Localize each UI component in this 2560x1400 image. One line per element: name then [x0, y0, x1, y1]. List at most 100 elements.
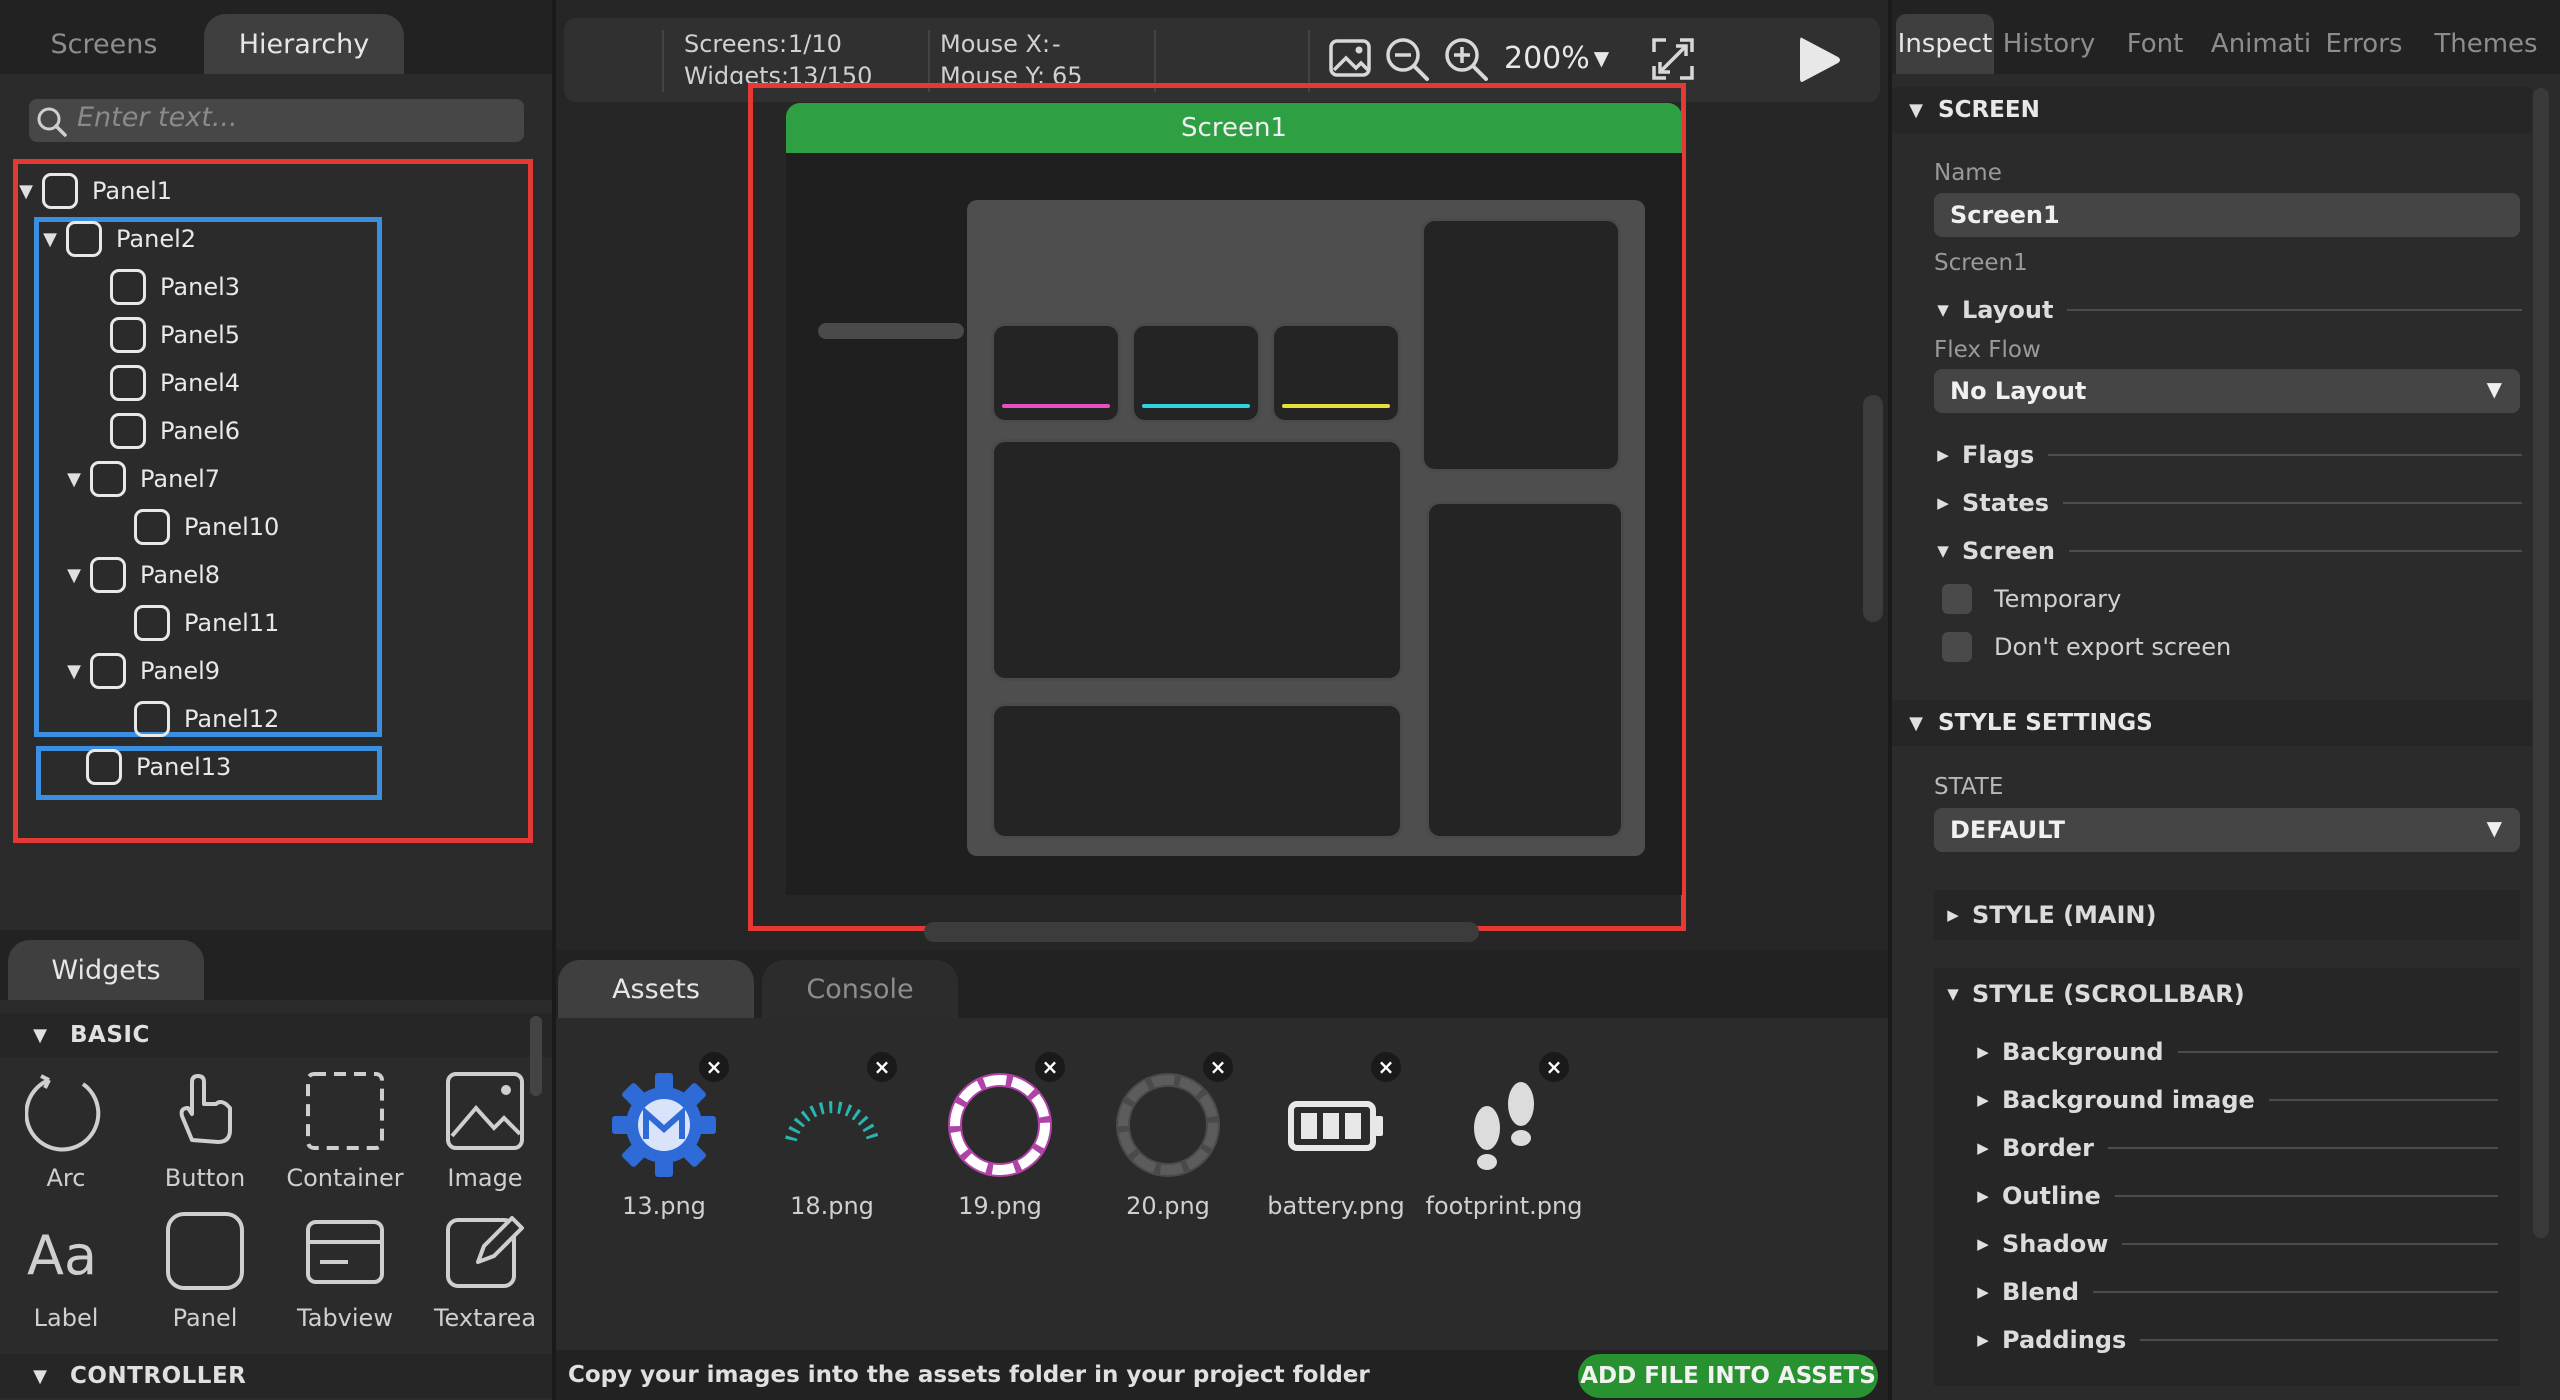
widget-arc[interactable]: Arc [0, 1070, 136, 1210]
add-file-into-assets-button[interactable]: ADD FILE INTO ASSETS [1578, 1354, 1878, 1398]
tree-item-panel4[interactable]: Panel4 [84, 359, 240, 407]
name-input[interactable]: Screen1 [1934, 193, 2520, 237]
asset-footprint-png[interactable]: footprint.png [1419, 1070, 1589, 1220]
panel5-widget[interactable] [1131, 323, 1261, 423]
tree-item-panel10[interactable]: Panel10 [108, 503, 279, 551]
asset-18-png[interactable]: 18.png [747, 1070, 917, 1220]
tree-item-panel9[interactable]: ▼ Panel9 [64, 647, 220, 695]
visibility-checkbox[interactable] [134, 701, 170, 737]
visibility-checkbox[interactable] [90, 557, 126, 593]
widget-tabview[interactable]: Tabview [275, 1210, 415, 1350]
style-main-header[interactable]: ▶ STYLE (MAIN) [1946, 895, 2156, 935]
screen-title-bar[interactable]: Screen1 [786, 103, 1682, 153]
state-dropdown[interactable]: DEFAULT ▼ [1934, 808, 2520, 852]
right-divider[interactable] [1888, 0, 1892, 1400]
tab-assets[interactable]: Assets [558, 960, 754, 1018]
screen-canvas[interactable] [786, 153, 1682, 895]
visibility-checkbox[interactable] [66, 221, 102, 257]
remove-asset-19-close-icon[interactable]: × [1035, 1052, 1065, 1082]
style-main-box[interactable]: ▶ STYLE (MAIN) [1934, 890, 2520, 940]
visibility-checkbox[interactable] [110, 269, 146, 305]
fit-screen-icon[interactable] [1650, 36, 1696, 82]
panel3-widget[interactable] [991, 323, 1121, 423]
widgets-scrollbar[interactable] [530, 1016, 542, 1096]
tab-widgets[interactable]: Widgets [8, 940, 204, 1000]
search-input[interactable]: Enter text... [29, 99, 524, 142]
remove-asset-20-close-icon[interactable]: × [1203, 1052, 1233, 1082]
temporary-checkbox[interactable] [1942, 584, 1972, 614]
slider-widget[interactable] [818, 323, 964, 339]
tab-themes[interactable]: Themes [2416, 14, 2556, 74]
layout-subsection[interactable]: ▼ Layout [1936, 290, 2522, 330]
left-divider[interactable] [552, 0, 556, 1400]
asset-battery-png[interactable]: battery.png [1251, 1070, 1421, 1220]
prop-blend[interactable]: ▶ Blend [1976, 1272, 2498, 1312]
widget-panel[interactable]: Panel [135, 1210, 275, 1350]
widget-container[interactable]: Container [275, 1070, 415, 1210]
tab-hierarchy[interactable]: Hierarchy [204, 14, 404, 74]
expand-triangle-icon[interactable]: ▼ [64, 565, 84, 586]
tree-item-panel5[interactable]: Panel5 [84, 311, 240, 359]
dont-export-checkbox[interactable] [1942, 632, 1972, 662]
visibility-checkbox[interactable] [90, 461, 126, 497]
visibility-checkbox[interactable] [110, 317, 146, 353]
zoom-in-icon[interactable] [1443, 36, 1489, 82]
canvas-horizontal-scrollbar[interactable] [924, 922, 1479, 942]
prop-shadow[interactable]: ▶ Shadow [1976, 1224, 2498, 1264]
tree-item-panel6[interactable]: Panel6 [84, 407, 240, 455]
prop-border[interactable]: ▶ Border [1976, 1128, 2498, 1168]
zoom-out-icon[interactable] [1384, 36, 1430, 82]
asset-20-png[interactable]: 20.png [1083, 1070, 1253, 1220]
tab-font[interactable]: Font [2104, 14, 2206, 74]
tree-item-panel7[interactable]: ▼ Panel7 [64, 455, 220, 503]
prop-background[interactable]: ▶ Background [1976, 1032, 2498, 1072]
zoom-dropdown[interactable]: 200% ▼ [1504, 38, 1609, 78]
tree-item-panel1[interactable]: ▼ Panel1 [16, 167, 172, 215]
remove-asset-18-close-icon[interactable]: × [867, 1052, 897, 1082]
prop-background-image[interactable]: ▶ Background image [1976, 1080, 2498, 1120]
asset-13-png[interactable]: 13.png [579, 1070, 749, 1220]
visibility-checkbox[interactable] [110, 365, 146, 401]
screen-subsection[interactable]: ▼ Screen [1936, 531, 2522, 571]
screen-section-header[interactable]: ▼ SCREEN [1892, 87, 2532, 133]
tab-inspect[interactable]: Inspect [1896, 14, 1994, 74]
tree-item-panel13[interactable]: Panel13 [60, 743, 231, 791]
panel7-widget[interactable] [991, 703, 1403, 839]
expand-triangle-icon[interactable]: ▼ [64, 661, 84, 682]
style-scrollbar-header[interactable]: ▼ STYLE (SCROLLBAR) [1946, 974, 2245, 1014]
flex-flow-dropdown[interactable]: No Layout ▼ [1934, 369, 2520, 413]
visibility-checkbox[interactable] [134, 509, 170, 545]
visibility-checkbox[interactable] [90, 653, 126, 689]
panel8-widget[interactable] [1421, 218, 1621, 472]
tree-item-panel11[interactable]: Panel11 [108, 599, 279, 647]
states-subsection[interactable]: ▶ States [1936, 483, 2522, 523]
inspector-scrollbar[interactable] [2533, 88, 2549, 1238]
tab-console[interactable]: Console [762, 960, 958, 1018]
expand-triangle-icon[interactable]: ▼ [16, 181, 36, 202]
tab-errors[interactable]: Errors [2314, 14, 2414, 74]
prop-paddings[interactable]: ▶ Paddings [1976, 1320, 2498, 1360]
asset-19-png[interactable]: 19.png [915, 1070, 1085, 1220]
expand-triangle-icon[interactable]: ▼ [40, 229, 60, 250]
remove-asset-footprint-close-icon[interactable]: × [1539, 1052, 1569, 1082]
style-settings-header[interactable]: ▼ STYLE SETTINGS [1892, 700, 2532, 746]
visibility-checkbox[interactable] [110, 413, 146, 449]
visibility-checkbox[interactable] [42, 173, 78, 209]
controller-section-header[interactable]: ▼ CONTROLLER [0, 1354, 552, 1398]
widget-label-item[interactable]: Aa Label [0, 1210, 136, 1350]
widget-button[interactable]: Button [135, 1070, 275, 1210]
visibility-checkbox[interactable] [86, 749, 122, 785]
visibility-checkbox[interactable] [134, 605, 170, 641]
background-image-icon[interactable] [1328, 36, 1372, 80]
prop-outline[interactable]: ▶ Outline [1976, 1176, 2498, 1216]
panel9-widget[interactable] [1426, 501, 1624, 839]
flags-subsection[interactable]: ▶ Flags [1936, 435, 2522, 475]
play-icon[interactable] [1794, 34, 1844, 86]
tab-screens[interactable]: Screens [8, 14, 200, 74]
tree-item-panel12[interactable]: Panel12 [108, 695, 279, 743]
basic-section-header[interactable]: ▼ BASIC [0, 1013, 552, 1057]
tree-item-panel8[interactable]: ▼ Panel8 [64, 551, 220, 599]
tab-history[interactable]: History [1998, 14, 2100, 74]
panel6-widget[interactable] [991, 439, 1403, 681]
canvas-vertical-scrollbar[interactable] [1863, 395, 1883, 622]
